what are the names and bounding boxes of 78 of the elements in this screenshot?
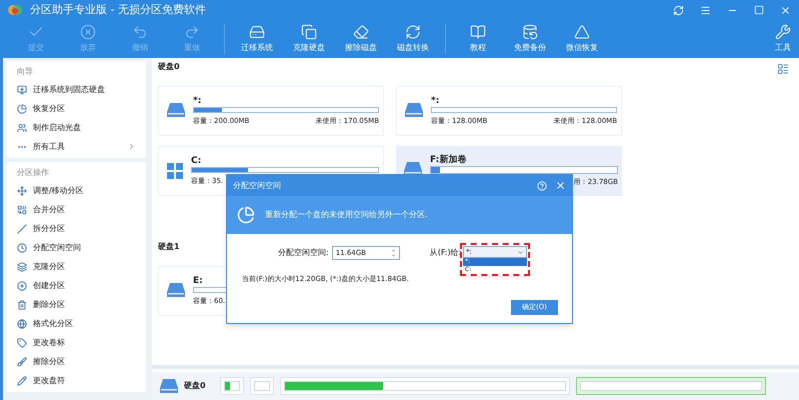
sidebar-item-icon	[17, 186, 27, 196]
sidebar-item-icon	[17, 122, 27, 132]
close-icon[interactable]	[555, 180, 566, 191]
sidebar-item[interactable]: 格式化分区	[17, 314, 136, 333]
tools-button[interactable]: 工具	[775, 24, 791, 54]
book-icon	[470, 24, 486, 40]
maximize-icon[interactable]	[754, 5, 764, 15]
sidebar-item[interactable]: 恢复分区	[17, 99, 136, 118]
disk-label: 硬盘0	[158, 61, 180, 73]
refresh-icon	[405, 24, 421, 40]
redo-icon	[184, 24, 200, 40]
partition-block[interactable]	[280, 377, 570, 395]
sidebar-item[interactable]: 调整/移动分区	[17, 181, 136, 200]
sidebar-item-icon	[17, 262, 27, 272]
windows-icon	[167, 163, 183, 179]
partition-name: F:新加卷	[430, 154, 466, 166]
dialog-title: 分配空闲空间	[233, 180, 282, 192]
close-icon[interactable]	[780, 4, 791, 16]
sidebar-item[interactable]: 迁移系统到固态硬盘	[17, 80, 136, 99]
sidebar-item[interactable]: 克隆分区	[17, 257, 136, 276]
view-toggle-icon[interactable]	[777, 63, 789, 75]
sidebar-item-icon	[17, 318, 27, 328]
toolbar-button[interactable]: 迁移系统	[231, 24, 283, 54]
sidebar-item[interactable]: 合并分区	[17, 200, 136, 219]
sidebar-item-icon	[17, 224, 27, 234]
section-title: 分区操作	[17, 166, 50, 178]
toolbar-button[interactable]: 微信恢复	[556, 24, 608, 54]
database-icon	[522, 24, 538, 40]
circle-x-icon	[80, 24, 96, 40]
toolbar-button[interactable]: 克隆硬盘	[283, 24, 335, 54]
disk-label: 硬盘1	[158, 241, 180, 253]
partition-name: *:	[431, 95, 440, 107]
window-title: 分区助手专业版 - 无损分区免费软件	[30, 2, 206, 18]
partition-name: C:	[191, 155, 202, 167]
sidebar-item[interactable]: 删除分区	[17, 295, 136, 314]
sidebar-item[interactable]: 制作启动光盘	[17, 118, 136, 137]
toolbar-button[interactable]: 教程	[452, 24, 504, 54]
sidebar-item[interactable]: 更改盘符	[17, 371, 136, 390]
sidebar-item-icon	[17, 242, 27, 252]
wrench-icon	[775, 24, 791, 40]
copy-icon	[301, 24, 317, 40]
sidebar-item[interactable]: 擦除分区	[17, 352, 136, 371]
partition-name: E:	[193, 275, 203, 287]
sidebar-item-icon	[17, 338, 27, 348]
sidebar-item-icon	[17, 376, 27, 386]
undo-icon	[132, 24, 148, 40]
toolbar-button[interactable]: 擦除磁盘	[335, 24, 387, 54]
usage-bar	[254, 381, 270, 391]
toolbar-button[interactable]: 免费备份	[504, 24, 556, 54]
app-logo-icon	[8, 4, 22, 16]
eraser-icon	[353, 24, 369, 40]
drive-icon	[249, 24, 265, 40]
section-title: 向导	[17, 66, 34, 78]
chevron-icon	[127, 142, 136, 151]
help-icon[interactable]	[537, 180, 547, 190]
toolbar-button[interactable]: 磁盘转换	[387, 24, 439, 54]
sidebar-item[interactable]: 所有工具	[17, 137, 136, 156]
sidebar-item-icon	[17, 204, 27, 214]
triangle-icon	[574, 24, 590, 40]
pie-chart-icon	[237, 206, 255, 224]
spinner-arrows-icon[interactable]	[390, 248, 396, 258]
sidebar-item[interactable]: 拆分分区	[17, 219, 136, 238]
sidebar-item-icon	[17, 356, 27, 366]
sidebar-item-icon	[17, 104, 27, 114]
dialog-description: 重新分配一个盘的未使用空间给另外一个分区.	[265, 209, 428, 221]
partition-block[interactable]	[576, 377, 766, 395]
disk-label: 硬盘0	[184, 380, 206, 392]
sidebar-item-icon	[17, 300, 27, 310]
field-label: 分配空闲空间:	[278, 247, 329, 259]
refresh-icon[interactable]	[673, 4, 684, 16]
sidebar-item[interactable]: 更改卷标	[17, 333, 136, 352]
sidebar-item-icon	[17, 84, 27, 94]
sidebar-item-icon	[17, 280, 27, 290]
partition-name: *:	[193, 95, 202, 107]
partition-block[interactable]	[220, 377, 244, 395]
sidebar-item[interactable]: 创建分区	[17, 276, 136, 295]
menu-icon[interactable]	[700, 4, 711, 16]
sidebar-item[interactable]: 分配空闲空间	[17, 238, 136, 257]
